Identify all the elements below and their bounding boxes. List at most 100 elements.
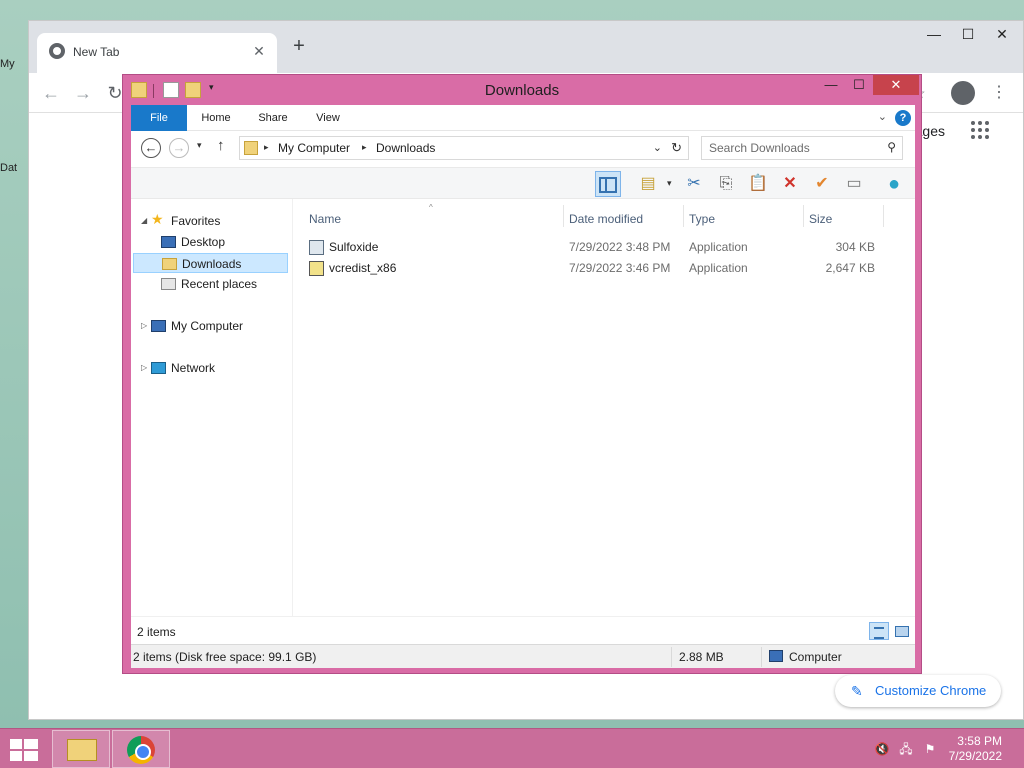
- breadcrumb-separator[interactable]: ▸: [362, 142, 367, 153]
- copy-button[interactable]: ⎘: [713, 171, 739, 197]
- file-date: 7/29/2022 3:46 PM: [569, 261, 671, 275]
- tab-view[interactable]: View: [307, 105, 349, 131]
- large-icons-view-icon[interactable]: [893, 622, 911, 640]
- column-divider[interactable]: [683, 205, 684, 227]
- explorer-close-button[interactable]: ✕: [873, 75, 919, 95]
- column-divider[interactable]: [803, 205, 804, 227]
- volume-muted-icon[interactable]: 🔇: [874, 741, 890, 757]
- column-header-name[interactable]: Name: [309, 209, 341, 233]
- file-name: vcredist_x86: [329, 261, 397, 275]
- my-computer-expander-icon[interactable]: ▷: [141, 321, 147, 330]
- file-date: 7/29/2022 3:48 PM: [569, 240, 671, 254]
- pencil-icon: ✎: [851, 683, 863, 699]
- chrome-close-button[interactable]: ✕: [987, 23, 1017, 45]
- status-summary: 2 items (Disk free space: 99.1 GB): [133, 650, 317, 664]
- address-dropdown-icon[interactable]: ⌄: [653, 141, 662, 154]
- nav-item-downloads[interactable]: Downloads: [133, 253, 288, 273]
- breadcrumb-separator[interactable]: ▸: [264, 142, 269, 153]
- globe-icon: ●: [887, 173, 901, 195]
- preview-pane-button[interactable]: [595, 171, 621, 197]
- clock[interactable]: 3:58 PM 7/29/2022: [949, 734, 1002, 764]
- status-size: 2.88 MB: [679, 650, 724, 664]
- computer-icon: [769, 650, 783, 662]
- folder-check-icon: ▤: [640, 175, 656, 192]
- new-tab-button[interactable]: +: [287, 35, 311, 59]
- taskbar-file-explorer[interactable]: [52, 730, 110, 768]
- chrome-logo-icon: [49, 43, 65, 59]
- tab-close-icon[interactable]: ✕: [249, 41, 269, 61]
- chrome-forward-button[interactable]: →: [71, 81, 95, 105]
- confirm-button[interactable]: ✔: [809, 171, 835, 197]
- search-input[interactable]: [702, 137, 878, 159]
- details-view-icon[interactable]: [869, 622, 889, 640]
- file-row[interactable]: Sulfoxide 7/29/2022 3:48 PM Application …: [301, 237, 891, 258]
- chrome-menu-icon[interactable]: ⋮: [991, 81, 1007, 105]
- paste-button[interactable]: 📋: [745, 171, 771, 197]
- desktop-icon-data[interactable]: Dat: [0, 162, 22, 174]
- scissors-icon: ✂: [687, 175, 701, 192]
- network-expander-icon[interactable]: ▷: [141, 363, 147, 372]
- customize-chrome-label: Customize Chrome: [875, 683, 987, 698]
- file-type: Application: [689, 240, 748, 254]
- tab-file[interactable]: File: [131, 105, 187, 131]
- select-folder-button[interactable]: ▤: [635, 171, 661, 197]
- column-header-size[interactable]: Size: [809, 209, 832, 233]
- help-icon[interactable]: ?: [895, 110, 911, 126]
- nav-item-desktop[interactable]: Desktop: [161, 232, 287, 252]
- network-tray-icon[interactable]: 🖧: [898, 741, 914, 757]
- column-divider[interactable]: [883, 205, 884, 227]
- internet-button[interactable]: ●: [881, 171, 907, 197]
- column-header-type[interactable]: Type: [689, 209, 715, 233]
- explorer-maximize-button[interactable]: ☐: [845, 75, 873, 95]
- nav-item-recent-places[interactable]: Recent places: [161, 274, 287, 294]
- chrome-back-button[interactable]: ←: [39, 81, 63, 105]
- cut-button[interactable]: ✂: [681, 171, 707, 197]
- rename-button[interactable]: ▭: [841, 171, 867, 197]
- desktop-icon-label: Dat: [0, 162, 18, 174]
- nav-item-favorites[interactable]: ★ Favorites: [151, 211, 281, 231]
- search-icon[interactable]: ⚲: [887, 140, 896, 154]
- explorer-window: ▾ Downloads — ☐ ✕ File Home Share View ⌄…: [122, 74, 922, 674]
- clock-date: 7/29/2022: [948, 749, 1002, 763]
- refresh-icon[interactable]: ↻: [671, 140, 682, 156]
- profile-avatar[interactable]: [951, 81, 975, 105]
- nav-item-my-computer[interactable]: My Computer: [151, 316, 281, 336]
- delete-button[interactable]: ✕: [777, 171, 803, 197]
- apps-grid-icon[interactable]: [971, 121, 991, 141]
- recent-locations-icon[interactable]: ▾: [197, 140, 202, 151]
- chrome-maximize-button[interactable]: ☐: [953, 23, 983, 45]
- taskbar-chrome[interactable]: [112, 730, 170, 768]
- chrome-minimize-button[interactable]: —: [919, 23, 949, 45]
- select-dropdown-icon[interactable]: ▾: [667, 178, 672, 189]
- tab-home[interactable]: Home: [193, 105, 239, 131]
- column-divider[interactable]: [563, 205, 564, 227]
- chrome-tab[interactable]: New Tab ✕: [37, 33, 277, 73]
- desktop-icon-my-computer[interactable]: My: [0, 58, 22, 70]
- location-folder-icon: [244, 141, 258, 155]
- column-header-date[interactable]: Date modified: [569, 209, 643, 233]
- status-bar: 2 items (Disk free space: 99.1 GB) 2.88 …: [131, 644, 915, 668]
- ribbon-expand-icon[interactable]: ⌄: [878, 110, 887, 123]
- breadcrumb-my-computer[interactable]: My Computer: [278, 141, 350, 155]
- network-icon: [151, 362, 166, 374]
- application-icon: [309, 240, 324, 255]
- address-bar[interactable]: ▸ My Computer ▸ Downloads ⌄ ↻: [239, 136, 689, 160]
- navigation-pane: ◢ ★ Favorites Desktop Downloads Recent p…: [131, 199, 293, 616]
- explorer-title-bar[interactable]: ▾ Downloads — ☐ ✕: [123, 75, 921, 105]
- clock-time: 3:58 PM: [957, 734, 1002, 748]
- tab-share[interactable]: Share: [249, 105, 297, 131]
- start-button[interactable]: [10, 739, 38, 761]
- chrome-tab-bar: New Tab ✕ + — ☐ ✕: [29, 21, 1023, 73]
- back-button[interactable]: ←: [141, 138, 161, 158]
- file-type: Application: [689, 261, 748, 275]
- explorer-minimize-button[interactable]: —: [817, 75, 845, 95]
- sort-ascending-icon: ^: [429, 203, 433, 212]
- nav-item-network[interactable]: Network: [151, 358, 281, 378]
- breadcrumb-downloads[interactable]: Downloads: [376, 141, 435, 155]
- up-button[interactable]: ↑: [217, 137, 225, 154]
- action-center-flag-icon[interactable]: ⚑: [922, 741, 938, 757]
- file-row[interactable]: vcredist_x86 7/29/2022 3:46 PM Applicati…: [301, 258, 891, 279]
- forward-button[interactable]: →: [169, 138, 189, 158]
- favorites-expander-icon[interactable]: ◢: [141, 216, 147, 225]
- customize-chrome-button[interactable]: ✎ Customize Chrome: [835, 675, 1001, 707]
